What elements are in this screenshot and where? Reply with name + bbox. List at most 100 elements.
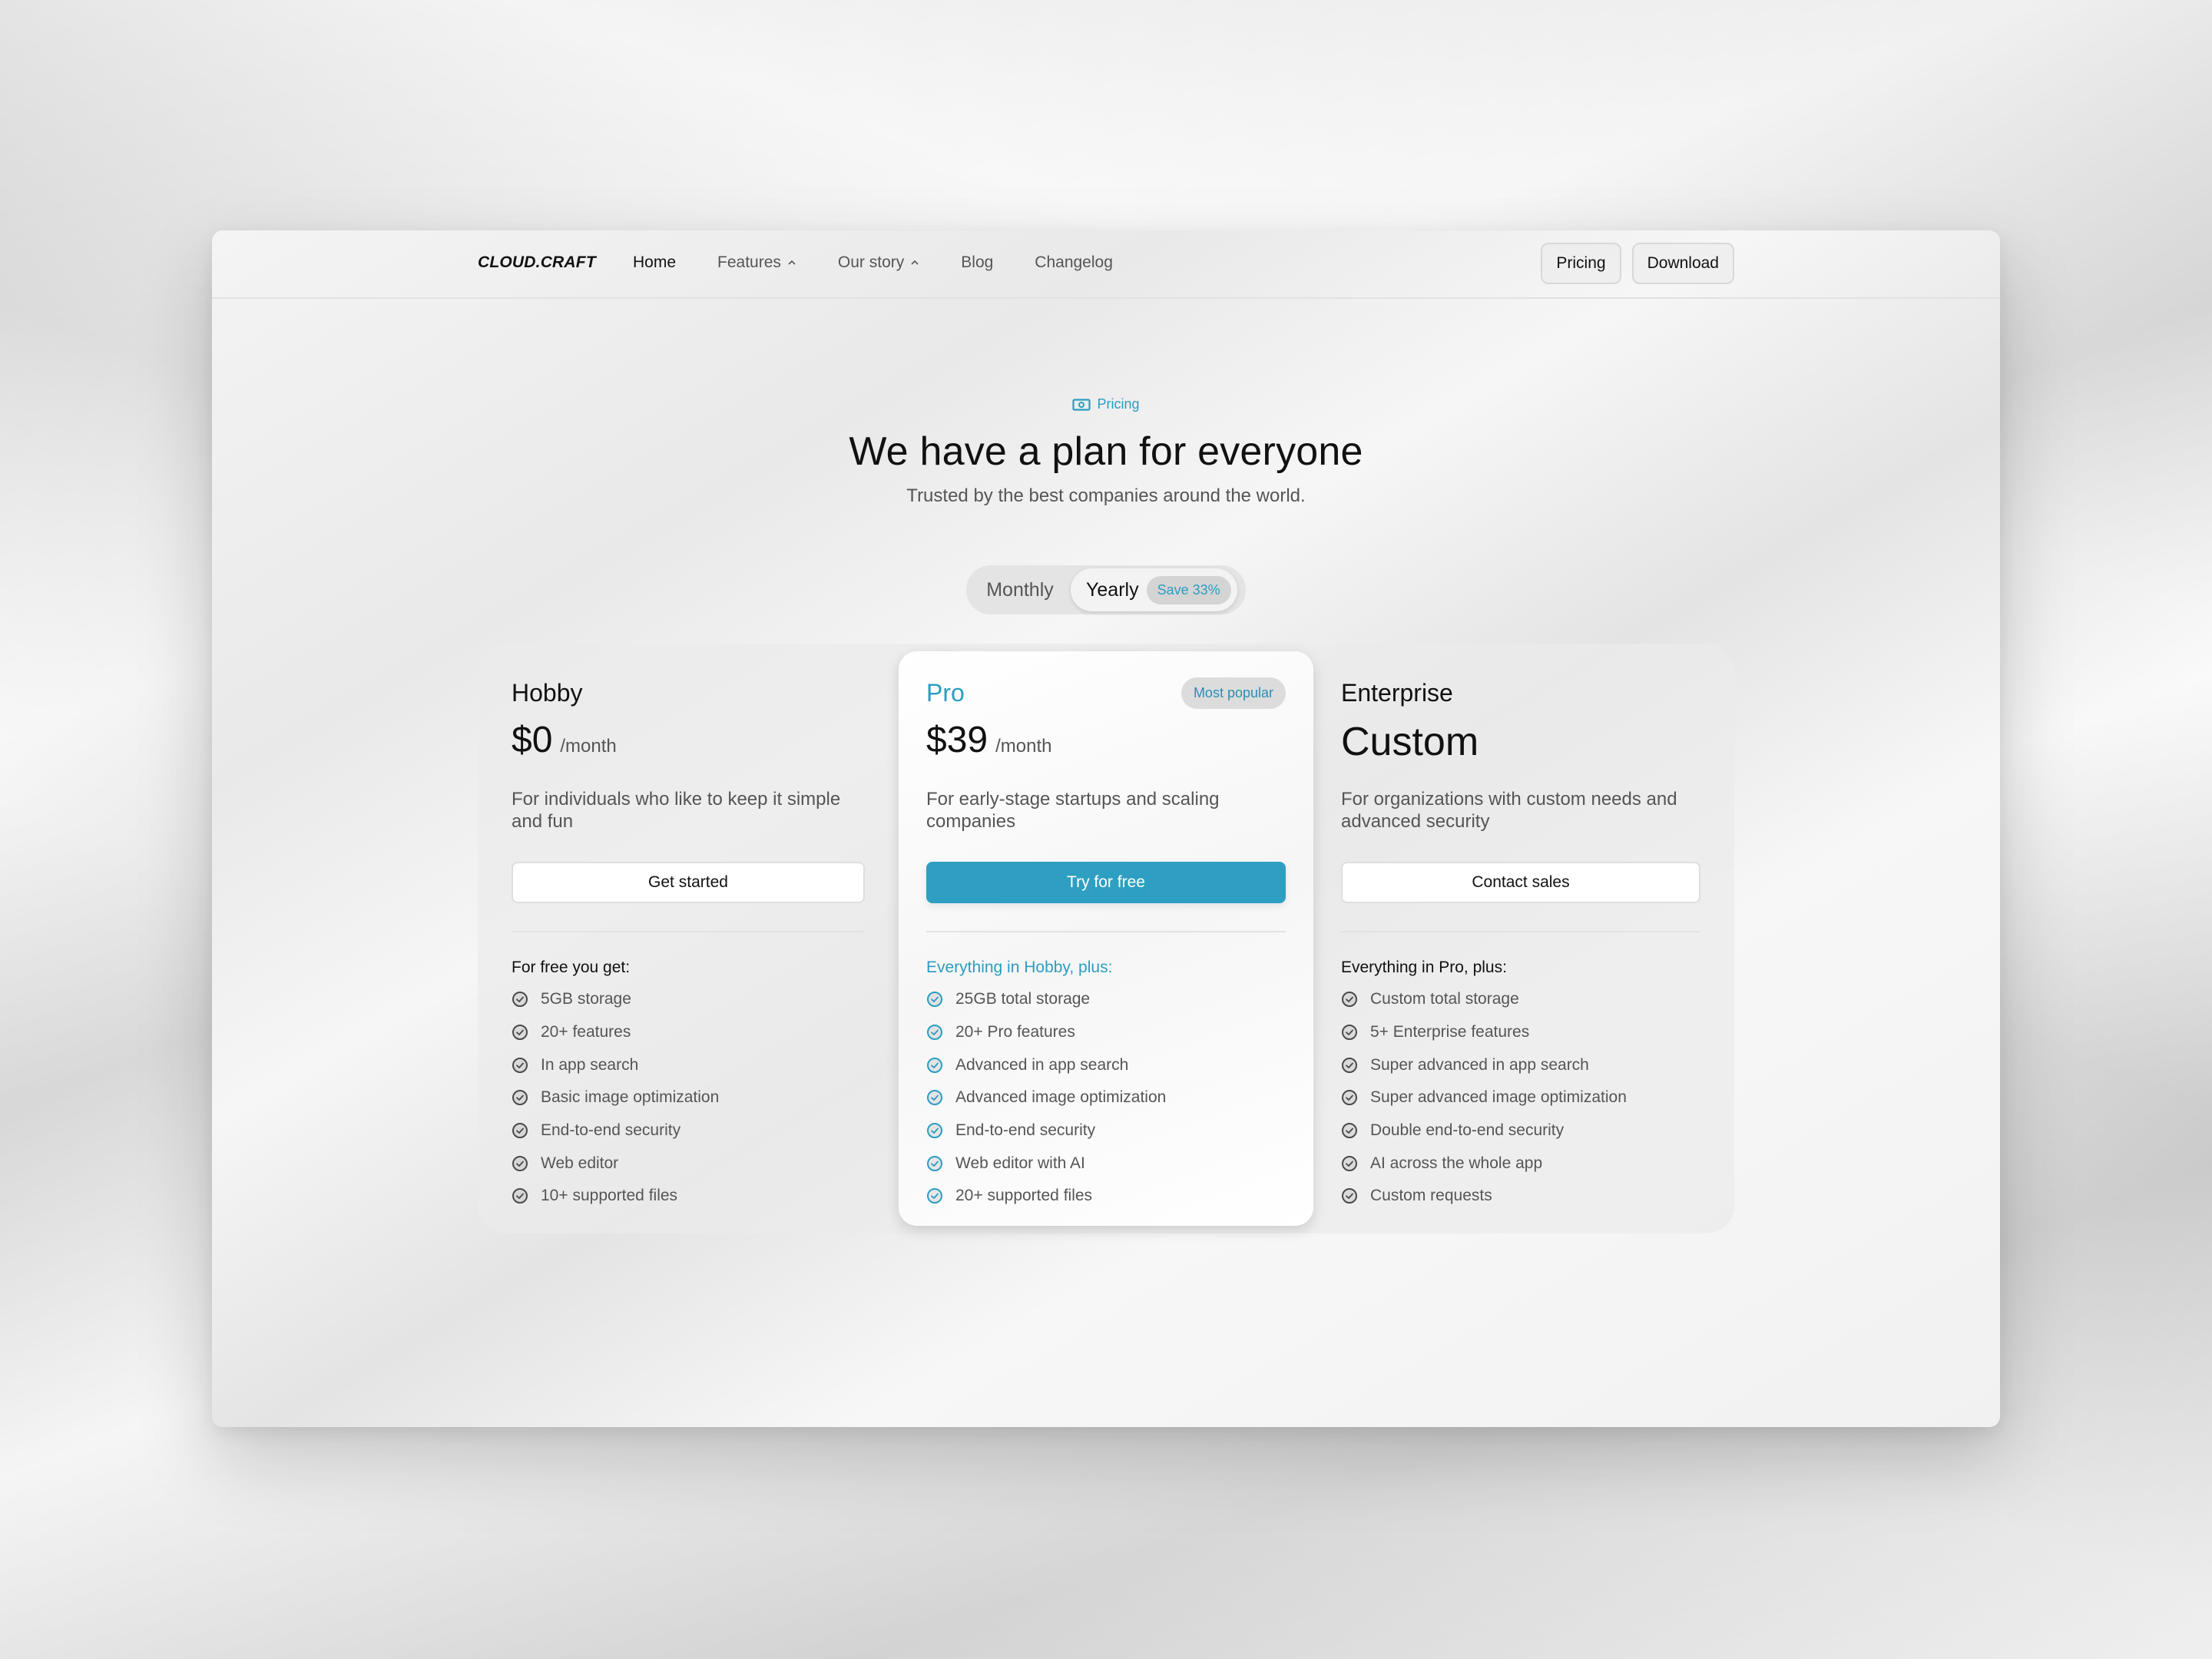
- feature-item: Advanced image optimization: [926, 1081, 1286, 1114]
- check-circle-icon: [512, 1057, 528, 1073]
- features-heading: For free you get:: [512, 959, 631, 976]
- feature-item: Double end-to-end security: [1341, 1114, 1700, 1147]
- check-circle-icon: [927, 1123, 942, 1139]
- feature-item: Web editor with AI: [926, 1147, 1286, 1180]
- plan-card-hobby: Hobby $0 /month For individuals who like…: [478, 644, 899, 1233]
- check-circle-icon: [512, 1155, 528, 1171]
- check-circle-icon: [1342, 1155, 1357, 1171]
- nav-our-story-label: Our story: [837, 253, 905, 271]
- billing-toggle: Monthly Yearly Save 33%: [966, 565, 1246, 614]
- check-circle-icon: [1342, 1025, 1357, 1041]
- brand-logo[interactable]: CLOUD.CRAFT: [478, 253, 596, 272]
- try-for-free-button[interactable]: Try for free: [926, 862, 1286, 903]
- plan-period: /month: [995, 736, 1052, 757]
- feature-item: Advanced in app search: [926, 1048, 1286, 1081]
- plan-name: Hobby: [512, 678, 583, 707]
- features-heading: Everything in Pro, plus:: [1341, 959, 1507, 976]
- plan-description: For organizations with custom needs and …: [1341, 789, 1677, 832]
- check-circle-icon: [927, 992, 942, 1008]
- feature-label: Double end-to-end security: [1370, 1121, 1565, 1140]
- check-circle-icon: [927, 1188, 942, 1204]
- get-started-button[interactable]: Get started: [512, 862, 865, 903]
- check-circle-icon: [1342, 1090, 1357, 1106]
- plan-name-row: Pro Most popular: [926, 677, 1286, 709]
- plan-price: Custom: [1341, 720, 1479, 764]
- page-title: We have a plan for everyone: [849, 429, 1363, 474]
- contact-sales-button[interactable]: Contact sales: [1341, 862, 1700, 903]
- feature-item: Super advanced image optimization: [1341, 1081, 1700, 1114]
- download-button[interactable]: Download: [1631, 243, 1734, 284]
- feature-item: Custom requests: [1341, 1180, 1700, 1213]
- nav-our-story[interactable]: Our story: [838, 253, 919, 272]
- feature-label: Advanced image optimization: [955, 1088, 1167, 1107]
- feature-item: 5+ Enterprise features: [1341, 1016, 1700, 1049]
- price-row: Custom: [1341, 719, 1700, 765]
- feature-label: Super advanced in app search: [1370, 1055, 1589, 1074]
- feature-label: Advanced in app search: [955, 1055, 1129, 1074]
- feature-item: 20+ supported files: [926, 1180, 1286, 1213]
- plan-price: $0: [512, 720, 553, 760]
- feature-list: Custom total storage 5+ Enterprise featur…: [1341, 983, 1700, 1213]
- pricing-plans: Hobby $0 /month For individuals who like…: [478, 644, 1734, 1233]
- billing-monthly-option[interactable]: Monthly: [969, 568, 1071, 611]
- eyebrow-label: Pricing: [1097, 396, 1140, 412]
- feature-label: 5GB storage: [541, 990, 631, 1008]
- nav-home[interactable]: Home: [633, 253, 676, 272]
- feature-label: 10+ supported files: [541, 1187, 678, 1205]
- nav-blog[interactable]: Blog: [961, 253, 993, 272]
- pricing-button[interactable]: Pricing: [1541, 243, 1621, 284]
- feature-label: AI across the whole app: [1370, 1154, 1543, 1172]
- feature-label: In app search: [541, 1055, 639, 1074]
- section-eyebrow: Pricing: [1072, 396, 1140, 412]
- nav-features-label: Features: [717, 253, 781, 271]
- top-navigation: CLOUD.CRAFT Home Features Our story Blog…: [212, 230, 2000, 299]
- feature-item: 5GB storage: [512, 983, 865, 1016]
- nav-features[interactable]: Features: [717, 253, 796, 272]
- price-row: $39 /month: [926, 719, 1286, 765]
- check-circle-icon: [512, 1090, 528, 1106]
- plan-name: Pro: [926, 678, 965, 707]
- feature-label: Web editor: [541, 1154, 619, 1172]
- feature-label: Custom total storage: [1370, 990, 1519, 1008]
- most-popular-badge: Most popular: [1181, 677, 1286, 709]
- feature-item: End-to-end security: [926, 1114, 1286, 1147]
- browser-window: CLOUD.CRAFT Home Features Our story Blog…: [212, 230, 2000, 1427]
- feature-item: Super advanced in app search: [1341, 1048, 1700, 1081]
- hero-section: Pricing We have a plan for everyone Trus…: [212, 396, 2000, 507]
- feature-item: 25GB total storage: [926, 983, 1286, 1016]
- features-heading: Everything in Hobby, plus:: [926, 959, 1113, 976]
- feature-label: End-to-end security: [541, 1121, 681, 1140]
- plan-period: /month: [560, 736, 617, 757]
- nav-changelog[interactable]: Changelog: [1035, 253, 1113, 272]
- billing-yearly-option[interactable]: Yearly Save 33%: [1071, 568, 1237, 611]
- feature-item: 20+ Pro features: [926, 1016, 1286, 1049]
- feature-item: End-to-end security: [512, 1114, 865, 1147]
- nav-links: Home Features Our story Blog Changelog: [633, 253, 1154, 272]
- feature-item: 10+ supported files: [512, 1180, 865, 1213]
- check-circle-icon: [927, 1155, 942, 1171]
- check-circle-icon: [512, 1188, 528, 1204]
- nav-blog-label: Blog: [961, 253, 994, 271]
- check-circle-icon: [1342, 1057, 1357, 1073]
- check-circle-icon: [927, 1025, 942, 1041]
- feature-list: 25GB total storage 20+ Pro features Advanc…: [926, 983, 1286, 1213]
- divider: [512, 931, 865, 932]
- plan-card-pro: Pro Most popular $39 /month For early-st…: [899, 651, 1313, 1226]
- check-circle-icon: [512, 1025, 528, 1041]
- chevron-up-icon: [911, 260, 919, 265]
- page-subtitle: Trusted by the best companies around the…: [906, 485, 1306, 506]
- check-circle-icon: [1342, 1123, 1357, 1139]
- feature-item: Basic image optimization: [512, 1081, 865, 1114]
- banknote-icon: [1072, 398, 1091, 411]
- nav-home-label: Home: [633, 253, 677, 271]
- plan-card-enterprise: Enterprise Custom For organizations with…: [1313, 644, 1734, 1233]
- feature-label: 25GB total storage: [955, 990, 1091, 1008]
- plan-description: For individuals who like to keep it simp…: [512, 789, 841, 832]
- feature-label: 20+ Pro features: [955, 1023, 1075, 1041]
- nav-changelog-label: Changelog: [1035, 253, 1113, 271]
- feature-item: Web editor: [512, 1147, 865, 1180]
- check-circle-icon: [927, 1057, 942, 1073]
- price-row: $0 /month: [512, 719, 865, 765]
- feature-item: Custom total storage: [1341, 983, 1700, 1016]
- yearly-label: Yearly: [1086, 578, 1139, 601]
